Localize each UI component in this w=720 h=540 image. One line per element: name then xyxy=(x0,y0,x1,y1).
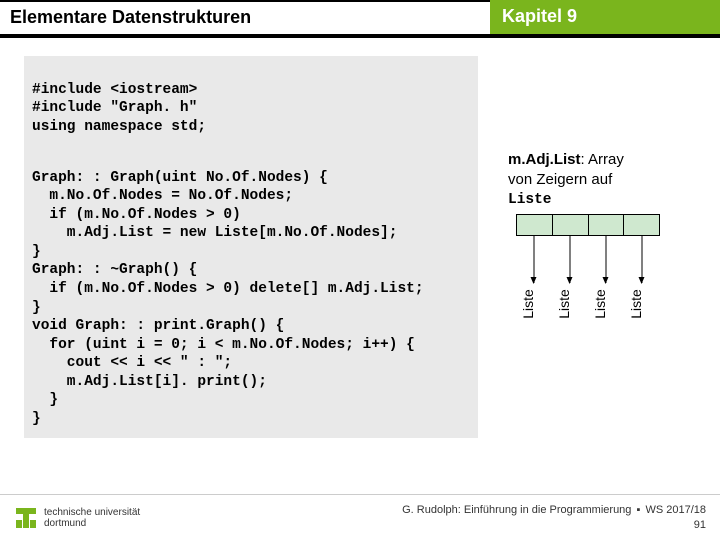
liste-label: Liste xyxy=(628,286,644,322)
code-line: m.No.Of.Nodes = No.Of.Nodes; xyxy=(32,188,293,204)
code-line: cout << i << " : "; xyxy=(32,355,232,371)
annotation-text: m.Adj.List: Array von Zeigern auf Liste xyxy=(508,150,698,210)
code-block: #include <iostream> #include "Graph. h" … xyxy=(24,56,478,438)
university-logo: technische universität dortmund xyxy=(14,506,140,530)
arrow-down-icon xyxy=(641,235,642,283)
code-line: for (uint i = 0; i < m.No.Of.Nodes; i++)… xyxy=(32,337,415,353)
page-number: 91 xyxy=(402,518,706,532)
code-line: } xyxy=(32,300,41,316)
liste-label: Liste xyxy=(556,286,572,322)
annotation-mono: Liste xyxy=(508,192,552,208)
header-title-right: Kapitel 9 xyxy=(490,0,720,34)
header-title-left: Elementare Datenstrukturen xyxy=(0,0,490,34)
uni-line1: technische universität xyxy=(44,507,140,518)
code-line: #include "Graph. h" xyxy=(32,100,197,116)
slide-footer: technische universität dortmund G. Rudol… xyxy=(0,494,720,540)
slide-header: Elementare Datenstrukturen Kapitel 9 xyxy=(0,0,720,34)
code-line: m.Adj.List[i]. print(); xyxy=(32,374,267,390)
arrow-down-icon xyxy=(570,235,571,283)
uni-line2: dortmund xyxy=(44,518,86,529)
term-text: WS 2017/18 xyxy=(645,504,706,516)
code-line: void Graph: : print.Graph() { xyxy=(32,318,284,334)
separator: ▪ xyxy=(634,504,642,516)
code-line: if (m.No.Of.Nodes > 0) xyxy=(32,207,241,223)
author-text: G. Rudolph: Einführung in die Programmie… xyxy=(402,504,631,516)
slide-content: #include <iostream> #include "Graph. h" … xyxy=(0,38,720,494)
code-line: m.Adj.List = new Liste[m.No.Of.Nodes]; xyxy=(32,225,397,241)
liste-label: Liste xyxy=(592,286,608,322)
code-line: } xyxy=(32,411,41,427)
code-line: if (m.No.Of.Nodes > 0) delete[] m.Adj.Li… xyxy=(32,281,424,297)
liste-label: Liste xyxy=(520,286,536,322)
array-cell xyxy=(553,215,589,235)
array-cell xyxy=(624,215,659,235)
code-gap xyxy=(32,136,470,150)
code-line: } xyxy=(32,244,41,260)
annotation-bold: m.Adj.List xyxy=(508,151,581,168)
code-line: Graph: : ~Graph() { xyxy=(32,262,197,278)
arrow-down-icon xyxy=(605,235,606,283)
array-cell xyxy=(589,215,625,235)
code-line: using namespace std; xyxy=(32,119,206,135)
code-line: Graph: : Graph(uint No.Of.Nodes) { xyxy=(32,170,328,186)
tu-logo-icon xyxy=(14,506,38,530)
code-line: } xyxy=(32,392,58,408)
annotation-plain: von Zeigern auf xyxy=(508,171,612,188)
annotation-plain: : Array xyxy=(581,151,624,168)
array-box xyxy=(516,214,660,236)
array-diagram xyxy=(508,214,668,236)
university-name: technische universität dortmund xyxy=(44,507,140,529)
arrow-down-icon xyxy=(534,235,535,283)
code-line: #include <iostream> xyxy=(32,82,197,98)
array-cell xyxy=(517,215,553,235)
vertical-labels: Liste Liste Liste Liste xyxy=(510,296,670,312)
footer-credits: G. Rudolph: Einführung in die Programmie… xyxy=(402,503,706,532)
